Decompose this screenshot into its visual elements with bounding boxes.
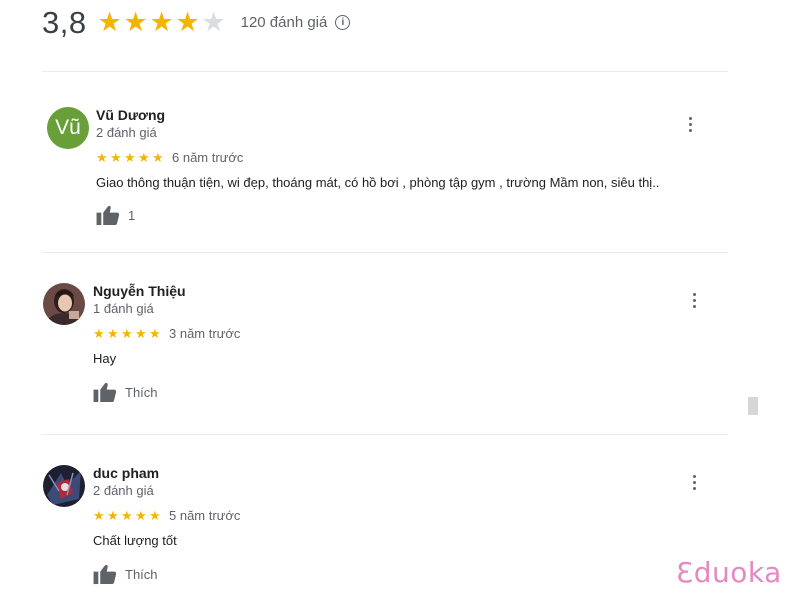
eduoka-logo: Ɛduoka xyxy=(676,556,782,589)
rating-summary: 3,8 ★ ★ ★ ★ ★ 120 đánh giá i xyxy=(42,0,351,44)
like-count: 1 xyxy=(128,208,136,223)
star-icon: ★ xyxy=(149,508,161,523)
review-author-count: 2 đánh giá xyxy=(96,125,157,140)
review-text: Chất lượng tốt xyxy=(93,533,177,548)
avatar[interactable] xyxy=(43,283,85,325)
scrollbar-thumb[interactable] xyxy=(748,397,758,415)
divider xyxy=(42,252,728,253)
review-author[interactable]: Nguyễn Thiệu xyxy=(93,283,186,299)
star-icon: ★ xyxy=(97,6,122,37)
avatar[interactable] xyxy=(43,465,85,507)
review-author[interactable]: duc pham xyxy=(93,465,159,481)
more-dot xyxy=(692,480,696,484)
star-icon: ★ xyxy=(135,508,147,523)
more-options-button[interactable] xyxy=(684,288,704,312)
star-icon: ★ xyxy=(93,508,105,523)
more-dot xyxy=(692,474,696,478)
like-button[interactable]: Thích xyxy=(93,382,158,403)
reviews-panel: 3,8 ★ ★ ★ ★ ★ 120 đánh giá i Vũ Vũ Dương… xyxy=(0,0,800,600)
like-button[interactable]: 1 xyxy=(96,205,135,226)
avatar[interactable]: Vũ xyxy=(47,107,89,149)
star-icon: ★ xyxy=(121,508,133,523)
star-icon: ★ xyxy=(110,150,122,165)
review-stars: ★ ★ ★ ★ ★ 6 năm trước xyxy=(96,150,243,165)
avatar-photo xyxy=(43,465,85,507)
star-icon: ★ xyxy=(149,326,161,341)
review-stars: ★ ★ ★ ★ ★ 5 năm trước xyxy=(93,508,240,523)
star-icon: ★ xyxy=(124,150,136,165)
star-icon: ★ xyxy=(149,6,174,37)
more-dot xyxy=(692,298,696,302)
star-icon: ★ xyxy=(107,508,119,523)
review-time: 5 năm trước xyxy=(169,508,241,523)
review-author-count: 2 đánh giá xyxy=(93,483,154,498)
thumbs-up-icon xyxy=(93,382,117,403)
star-icon: ★ xyxy=(175,6,200,37)
star-icon: ★ xyxy=(138,150,150,165)
star-icon: ★ xyxy=(123,6,148,37)
like-label: Thích xyxy=(125,385,158,400)
star-icon: ★ xyxy=(93,326,105,341)
review-text: Giao thông thuận tiện, wi đẹp, thoáng má… xyxy=(96,175,660,190)
star-icon: ★ xyxy=(121,326,133,341)
star-icon: ★ xyxy=(107,326,119,341)
more-dot xyxy=(692,486,696,490)
review-author[interactable]: Vũ Dương xyxy=(96,107,165,123)
divider xyxy=(42,71,728,72)
star-icon: ★ xyxy=(96,150,108,165)
thumbs-up-icon xyxy=(93,564,117,585)
more-dot xyxy=(688,122,692,126)
star-icon: ★ xyxy=(152,150,164,165)
divider xyxy=(42,434,728,435)
average-rating-stars: ★ ★ ★ ★ ★ xyxy=(97,6,227,37)
info-icon[interactable]: i xyxy=(335,14,351,30)
total-reviews[interactable]: 120 đánh giá xyxy=(241,14,328,31)
review-time: 3 năm trước xyxy=(169,326,241,341)
review-text: Hay xyxy=(93,351,117,366)
more-options-button[interactable] xyxy=(680,112,700,136)
more-dot xyxy=(692,292,696,296)
avatar-photo xyxy=(43,283,85,325)
review-author-count: 1 đánh giá xyxy=(93,301,154,316)
avatar-letter: Vũ xyxy=(55,116,81,139)
review-stars: ★ ★ ★ ★ ★ 3 năm trước xyxy=(93,326,240,341)
more-dot xyxy=(692,304,696,308)
more-options-button[interactable] xyxy=(684,470,704,494)
more-dot xyxy=(688,116,692,120)
like-button[interactable]: Thích xyxy=(93,564,158,585)
more-dot xyxy=(688,128,692,132)
star-empty-icon: ★ xyxy=(201,6,226,37)
review-time: 6 năm trước xyxy=(172,150,244,165)
average-rating: 3,8 xyxy=(42,4,87,40)
thumbs-up-icon xyxy=(96,205,120,226)
star-icon: ★ xyxy=(135,326,147,341)
like-label: Thích xyxy=(125,567,158,582)
